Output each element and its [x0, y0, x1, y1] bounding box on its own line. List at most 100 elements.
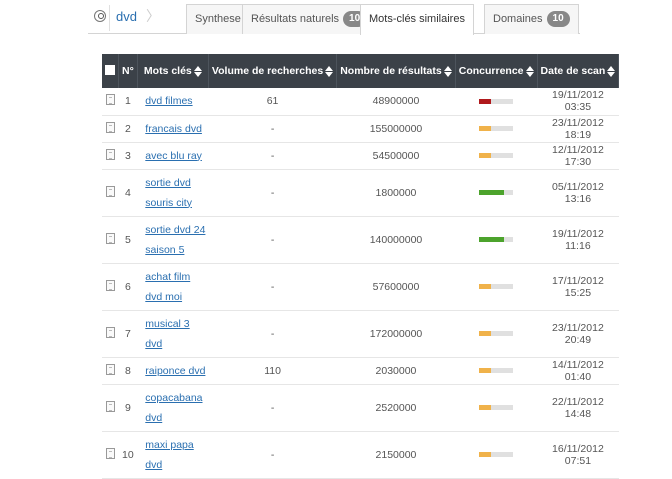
column-header-keywords[interactable]: Mots clés: [137, 54, 209, 88]
result-count: 48900000: [336, 88, 456, 116]
tab-synthese[interactable]: Synthese: [186, 4, 250, 34]
sort-icon[interactable]: [193, 65, 202, 77]
keyword-line: dvd: [145, 337, 163, 350]
keyword-line: dvd: [145, 411, 163, 424]
concurrence-bar: [479, 98, 514, 104]
tab-domaines[interactable]: Domaines 10: [484, 4, 579, 34]
search-volume: -: [208, 142, 337, 170]
column-header-n: N°: [118, 54, 138, 88]
concurrence-fill: [479, 237, 504, 243]
home-icon[interactable]: [94, 10, 106, 22]
keyword-line: dvd moi: [145, 290, 183, 303]
table-row: 1 dvd filmes 61 48900000 19/11/2012 03:35: [102, 88, 619, 116]
concurrence-fill: [479, 368, 492, 374]
scan-date: 17/11/2012 15:25: [537, 263, 619, 311]
row-checkbox[interactable]: [102, 431, 119, 479]
result-count: 1800000: [336, 169, 456, 217]
concurrence-cell: [455, 142, 538, 170]
keyword-cell: copacabana dvd: [137, 384, 209, 432]
table-row: 9 copacabana dvd -2520000 22/11/2012 14:48: [102, 384, 619, 432]
row-checkbox[interactable]: [102, 310, 119, 358]
row-checkbox[interactable]: [102, 88, 119, 116]
concurrence-fill: [479, 331, 492, 337]
result-count: 172000000: [336, 310, 456, 358]
keyword-line: dvd: [145, 458, 163, 471]
search-volume: -: [208, 431, 337, 479]
sort-icon[interactable]: [607, 65, 616, 77]
keyword-link[interactable]: sortie dvd 24 saison 5: [145, 220, 205, 260]
scan-date: 14/11/2012 01:40: [537, 357, 619, 385]
column-header-date[interactable]: Date de scan: [537, 54, 620, 88]
tab-mots-cles-similaires[interactable]: Mots-clés similaires: [360, 4, 474, 35]
keyword-cell: raiponce dvd: [137, 357, 209, 385]
table-header: N° Mots clés Volume de recherches Nombre…: [102, 54, 620, 88]
breadcrumb-keyword[interactable]: dvd: [116, 9, 137, 24]
keyword-line: sortie dvd 24: [145, 223, 206, 236]
column-header-concurrence[interactable]: Concurrence: [455, 54, 538, 88]
row-checkbox[interactable]: [102, 115, 119, 143]
row-number: 5: [118, 216, 138, 264]
search-volume: -: [208, 169, 337, 217]
tab-label: Mots-clés similaires: [369, 13, 465, 25]
concurrence-fill: [479, 190, 504, 196]
top-navigation: dvd 〉 Synthese Résultats naturels 10 Mots…: [88, 0, 580, 35]
keyword-link[interactable]: francais dvd: [145, 119, 205, 139]
result-count: 140000000: [336, 216, 456, 264]
search-volume: -: [208, 115, 337, 143]
row-checkbox[interactable]: [102, 142, 119, 170]
row-number: 4: [118, 169, 138, 217]
keyword-link[interactable]: maxi papa dvd: [145, 435, 205, 475]
column-header-volume[interactable]: Volume de recherches: [208, 54, 338, 88]
concurrence-bar: [479, 237, 514, 243]
keyword-link[interactable]: dvd filmes: [145, 91, 205, 111]
table-row: 10 maxi papa dvd -2150000 16/11/2012 07:51: [102, 431, 619, 479]
column-header-results[interactable]: Nombre de résultats: [336, 54, 456, 88]
keyword-line: souris city: [145, 196, 192, 209]
result-count: 2150000: [336, 431, 456, 479]
keyword-line: avec blu ray: [145, 149, 202, 162]
scan-date: 16/11/2012 07:51: [537, 431, 619, 479]
concurrence-cell: [455, 88, 538, 116]
concurrence-fill: [479, 98, 492, 104]
result-count: 155000000: [336, 115, 456, 143]
table-row: 3 avec blu ray -54500000 12/11/2012 17:30: [102, 142, 619, 170]
concurrence-cell: [455, 115, 538, 143]
concurrence-bar: [479, 368, 514, 374]
scan-date: 23/11/2012 18:19: [537, 115, 619, 143]
sort-icon[interactable]: [325, 65, 334, 77]
select-all-checkbox[interactable]: [102, 54, 119, 88]
row-checkbox[interactable]: [102, 263, 119, 311]
row-checkbox[interactable]: [102, 216, 119, 264]
result-count: 2030000: [336, 357, 456, 385]
concurrence-bar: [479, 284, 514, 290]
table-row: 4 sortie dvd souris city -1800000 05/11/2012…: [102, 169, 619, 217]
keyword-line: copacabana: [145, 391, 203, 404]
row-checkbox[interactable]: [102, 357, 119, 385]
search-volume: 110: [208, 357, 337, 385]
keyword-link[interactable]: musical 3 dvd: [145, 314, 205, 354]
sort-icon[interactable]: [525, 65, 534, 77]
keyword-link[interactable]: raiponce dvd: [145, 361, 205, 381]
row-checkbox[interactable]: [102, 169, 119, 217]
row-number: 6: [118, 263, 138, 311]
concurrence-fill: [479, 405, 492, 411]
keyword-line: francais dvd: [145, 122, 202, 135]
keyword-line: sortie dvd: [145, 176, 191, 189]
keyword-link[interactable]: copacabana dvd: [145, 388, 205, 428]
search-volume: -: [208, 384, 337, 432]
concurrence-cell: [455, 310, 538, 358]
keyword-line: saison 5: [145, 243, 185, 256]
search-volume: -: [208, 216, 337, 264]
table-row: 2 francais dvd -155000000 23/11/2012 18:19: [102, 115, 619, 143]
keyword-link[interactable]: avec blu ray: [145, 146, 205, 166]
sort-icon[interactable]: [443, 65, 452, 77]
keyword-link[interactable]: achat film dvd moi: [145, 267, 205, 307]
concurrence-cell: [455, 431, 538, 479]
keyword-cell: sortie dvd 24 saison 5: [137, 216, 209, 264]
row-checkbox[interactable]: [102, 384, 119, 432]
search-volume: -: [208, 310, 337, 358]
keyword-link[interactable]: sortie dvd souris city: [145, 173, 205, 213]
concurrence-bar: [479, 126, 514, 132]
tab-resultats-naturels[interactable]: Résultats naturels 10: [242, 4, 376, 34]
search-volume: 61: [208, 88, 337, 116]
